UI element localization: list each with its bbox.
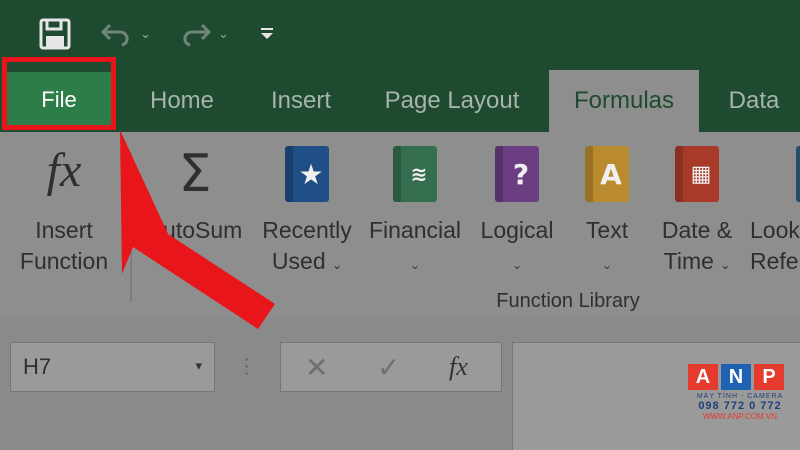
lookup-book-icon — [796, 146, 800, 202]
logical-button[interactable]: ? Logical ⌄ — [474, 132, 560, 282]
undo-button[interactable]: ⌄ — [100, 14, 160, 54]
file-tab-highlight-box — [2, 57, 116, 130]
recently-used-dropdown-icon[interactable]: ⌄ — [332, 258, 342, 272]
watermark-letter: N — [721, 364, 751, 390]
text-button[interactable]: A Text ⌄ — [568, 132, 646, 282]
ribbon-separator — [130, 152, 132, 302]
function-library-group-label: Function Library — [496, 290, 640, 312]
ribbon-tabs: File Home Insert Page Layout Formulas Da… — [0, 70, 800, 132]
date-time-label-1: Date & — [661, 217, 733, 243]
lookup-label-1: Lookup & — [750, 217, 800, 243]
tab-page-layout[interactable]: Page Layout — [372, 70, 532, 132]
logical-label: Logical — [480, 217, 554, 243]
text-label: Text — [585, 217, 629, 243]
watermark-letter: A — [688, 364, 718, 390]
save-icon — [39, 18, 71, 50]
redo-button[interactable]: ⌄ — [178, 14, 240, 54]
cancel-icon[interactable]: ✕ — [305, 351, 328, 384]
customize-qat-icon — [261, 28, 273, 39]
undo-dropdown-icon[interactable]: ⌄ — [140, 27, 151, 42]
anp-watermark-logo: A N P MÁY TÍNH - CAMERA 098 772 0 772 WW… — [688, 364, 792, 444]
insert-function-button[interactable]: fx Insert Function — [10, 132, 118, 282]
formula-bar-area: H7 ▾ · · · ✕ ✓ fx — [0, 318, 800, 450]
lookup-reference-button[interactable]: Lookup & Reference — [748, 132, 800, 282]
autosum-button[interactable]: Σ AutoSum ⌄ — [140, 132, 250, 282]
undo-icon — [100, 23, 129, 47]
customize-qat-button[interactable] — [258, 14, 288, 54]
watermark-url: WWW.ANP.COM.VN — [702, 412, 778, 421]
insert-function-label-2: Function — [19, 248, 109, 274]
recently-used-label-1: Recently — [262, 217, 352, 243]
sigma-icon: Σ — [178, 144, 212, 204]
question-book-icon: ? — [495, 146, 539, 202]
redo-dropdown-icon[interactable]: ⌄ — [218, 27, 229, 42]
logical-dropdown-icon[interactable]: ⌄ — [474, 250, 560, 281]
insert-function-label-1: Insert — [35, 217, 93, 243]
save-button[interactable] — [38, 14, 78, 54]
name-box-value: H7 — [23, 354, 52, 379]
formula-buttons: ✕ ✓ fx — [280, 342, 502, 392]
tab-home[interactable]: Home — [132, 70, 232, 132]
insert-function-icon: fx — [46, 144, 82, 197]
date-time-label-2: Time ⌄ — [663, 248, 731, 274]
date-time-dropdown-icon[interactable]: ⌄ — [720, 258, 730, 272]
ribbon-formulas: fx Insert Function Σ AutoSum ⌄ ★ Recentl… — [0, 132, 800, 318]
autosum-label: AutoSum — [147, 217, 243, 243]
date-time-button[interactable]: ▦ Date & Time ⌄ — [654, 132, 740, 282]
lookup-label-2: Reference — [750, 248, 800, 274]
tab-insert[interactable]: Insert — [256, 70, 346, 132]
tab-data[interactable]: Data — [714, 70, 794, 132]
insert-function-fx-icon[interactable]: fx — [449, 352, 468, 382]
star-book-icon: ★ — [285, 146, 329, 202]
tab-formulas[interactable]: Formulas — [549, 70, 699, 132]
resize-handle-icon[interactable]: · · · — [244, 352, 249, 382]
financial-button[interactable]: ≋ Financial ⌄ — [364, 132, 466, 282]
autosum-dropdown-icon[interactable]: ⌄ — [140, 250, 250, 281]
watermark-phone: 098 772 0 772 — [698, 400, 782, 412]
watermark-tagline: MÁY TÍNH - CAMERA — [696, 393, 784, 400]
text-book-icon: A — [585, 146, 629, 202]
coins-book-icon: ≋ — [393, 146, 437, 202]
watermark-letter: P — [754, 364, 784, 390]
calendar-book-icon: ▦ — [675, 146, 719, 202]
financial-dropdown-icon[interactable]: ⌄ — [364, 250, 466, 281]
name-box[interactable]: H7 ▾ — [10, 342, 215, 392]
text-dropdown-icon[interactable]: ⌄ — [568, 250, 646, 281]
recently-used-label-2: Used ⌄ — [271, 248, 343, 274]
name-box-dropdown-icon[interactable]: ▾ — [195, 359, 202, 374]
title-bar: ⌄ ⌄ — [0, 0, 800, 70]
recently-used-button[interactable]: ★ Recently Used ⌄ — [258, 132, 356, 282]
enter-icon[interactable]: ✓ — [377, 351, 400, 384]
financial-label: Financial — [368, 217, 462, 243]
redo-icon — [183, 23, 212, 47]
